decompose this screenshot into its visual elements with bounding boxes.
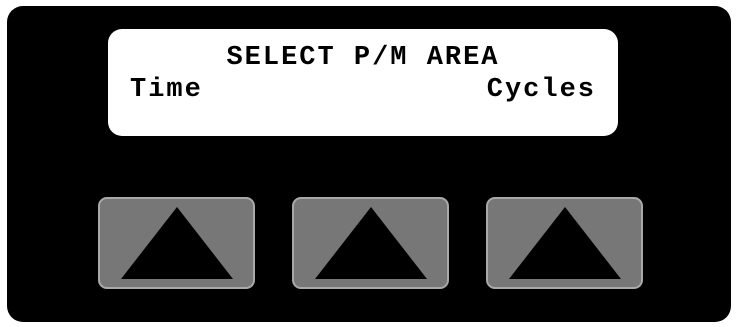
triangle-up-icon [314, 207, 427, 279]
triangle-up-icon [508, 207, 621, 279]
triangle-up-icon [120, 207, 233, 279]
display-options-row: Time Cycles [130, 75, 596, 105]
softkey-right-button[interactable] [486, 197, 643, 289]
lcd-display: SELECT P/M AREA Time Cycles [108, 29, 618, 136]
softkey-left-button[interactable] [98, 197, 255, 289]
display-title: SELECT P/M AREA [226, 43, 500, 73]
option-cycles-label: Cycles [486, 75, 596, 105]
option-time-label: Time [130, 75, 203, 105]
softkey-middle-button[interactable] [292, 197, 449, 289]
